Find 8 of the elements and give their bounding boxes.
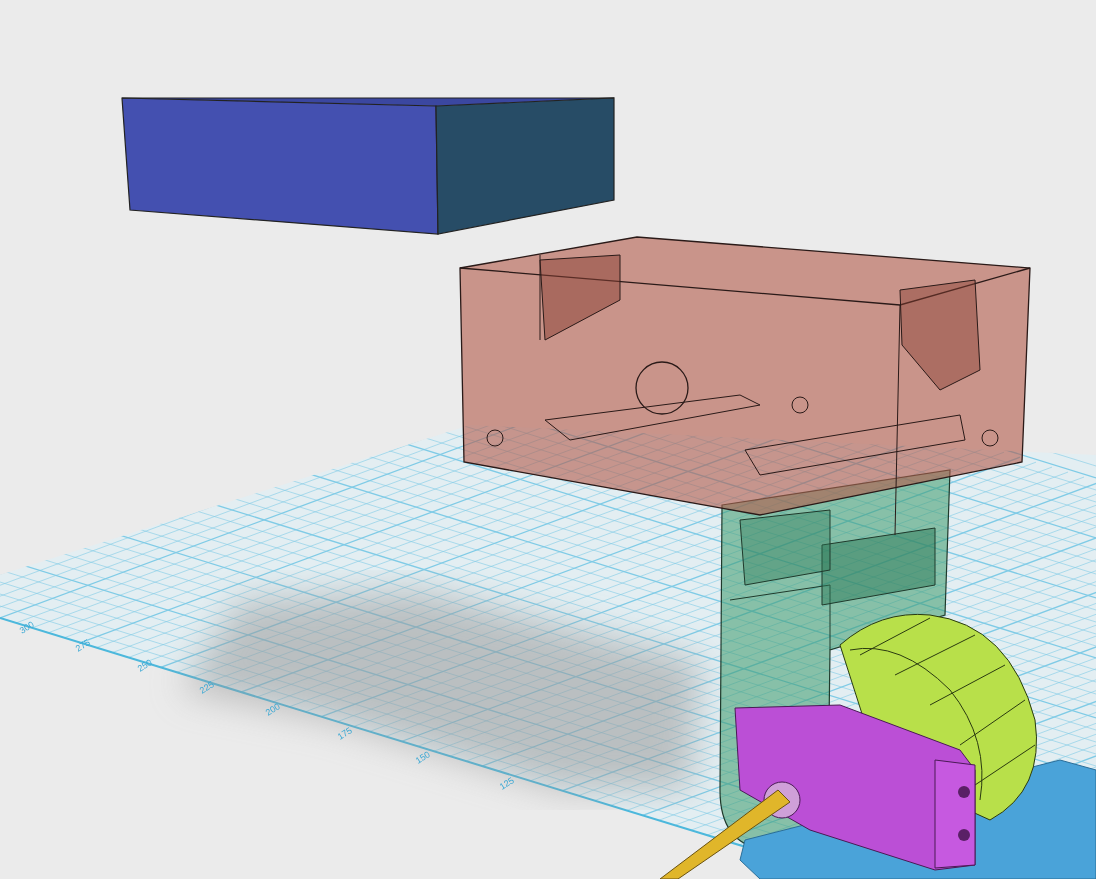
axis-label: 175 bbox=[335, 725, 354, 742]
axis-label: 200 bbox=[263, 701, 282, 718]
axis-label: 125 bbox=[497, 775, 516, 792]
axis-label: 250 bbox=[135, 657, 154, 674]
axis-label: 275 bbox=[73, 637, 92, 654]
axis-label: 300 bbox=[17, 619, 36, 636]
axis-label: 150 bbox=[413, 749, 432, 766]
axis-label: 225 bbox=[197, 679, 216, 696]
